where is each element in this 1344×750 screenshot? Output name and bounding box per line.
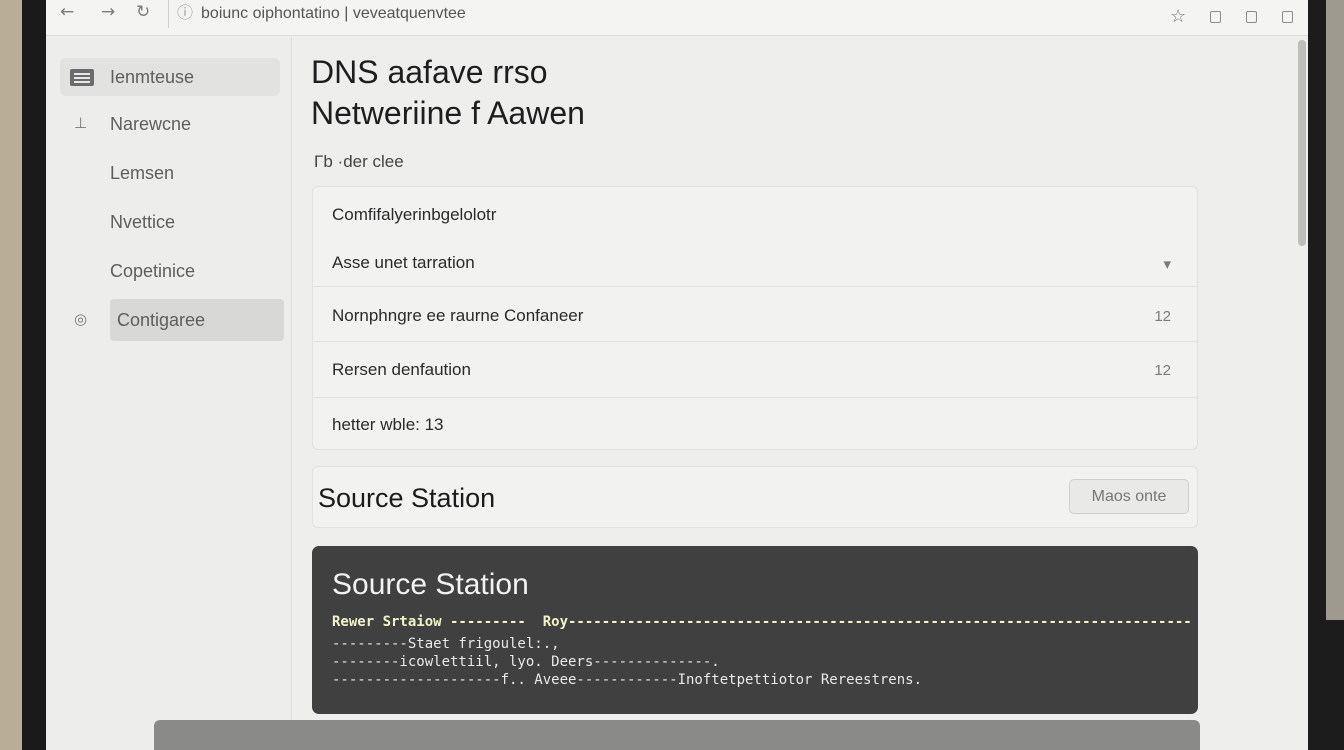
sidebar-item-label: Copetinice (110, 261, 196, 281)
sidebar-item-nvettice[interactable]: Nvettice (60, 203, 280, 241)
settings-row[interactable]: Nornphngre ee raurne Confaneer 12 (313, 286, 1197, 341)
bookmark-star-icon[interactable]: ☆ (1170, 6, 1186, 27)
settings-row-label: Comfifalyerinbgelolotr (332, 205, 497, 224)
sidebar-item-label: Contigaree (117, 310, 206, 330)
page-title-line-1: DNS aafave rrso (311, 54, 548, 90)
settings-row-value: 12 (1154, 308, 1171, 325)
menu-list-icon (70, 69, 94, 86)
download-icon: ⊥ (74, 115, 88, 132)
terminal-line: --------icowlettiil, lyo. Deers---------… (332, 654, 720, 670)
sidebar-item-lemsen[interactable]: Lemsen (60, 154, 280, 192)
settings-row-label: hetter wble: 13 (332, 415, 444, 434)
window-restore-icon[interactable] (1246, 11, 1257, 23)
browser-window: ← → ↻ ⓘ boiunc oiphontatino | veveatquenv… (46, 0, 1308, 750)
terminal-line: Rewer Srtaiow --------- Roy-------------… (332, 614, 1192, 630)
source-station-header: Source Station Maos onte (312, 466, 1198, 528)
settings-row[interactable]: Rersen denfaution 12 (313, 341, 1197, 397)
back-arrow-icon[interactable]: ← (60, 2, 74, 22)
chevron-down-icon[interactable]: ▾ (1163, 255, 1171, 273)
settings-row[interactable]: hetter wble: 13 (313, 397, 1197, 449)
settings-row-value: 12 (1154, 362, 1171, 379)
sidebar-item-label: Narewcne (110, 114, 192, 134)
page-info-icon: ⓘ (177, 5, 194, 22)
settings-row-label: Rersen denfaution (332, 360, 471, 379)
sidebar-item-label: Lemsen (110, 163, 175, 183)
desk-background-right (1326, 0, 1344, 620)
terminal-title: Source Station (332, 568, 529, 601)
sidebar-item-copetinice[interactable]: Copetinice (60, 252, 280, 290)
terminal-output-panel: Source Station Rewer Srtaiow --------- R… (312, 546, 1198, 714)
page-title: DNS aafave rrso Netweriine f Aawen (311, 52, 585, 134)
more-options-button[interactable]: Maos onte (1069, 479, 1189, 514)
section-label: Γb ·der clee (314, 152, 404, 171)
sidebar-item-narewcne[interactable]: ⊥ Narewcne (60, 105, 280, 143)
source-station-title: Source Station (318, 483, 496, 513)
monitor-bezel-left (22, 0, 48, 750)
settings-circle-icon: ◎ (74, 311, 88, 328)
settings-row-label: Nornphngre ee raurne Confaneer (332, 306, 584, 325)
address-text: boiunc oiphontatino | veveatquenvtee (201, 5, 466, 22)
scrollbar-thumb[interactable] (1298, 40, 1306, 246)
browser-toolbar: ← → ↻ ⓘ boiunc oiphontatino | veveatquenv… (46, 0, 1308, 36)
sidebar-item-ienmteuse[interactable]: Ienmteuse (60, 58, 280, 96)
terminal-line: ---------Staet frigoulel:., (332, 636, 560, 652)
bottom-panel (154, 720, 1200, 750)
reload-icon[interactable]: ↻ (136, 2, 150, 22)
address-bar[interactable]: ⓘ boiunc oiphontatino | veveatquenvtee (168, 0, 568, 28)
sidebar-item-label: Nvettice (110, 212, 176, 232)
extensions-icon[interactable] (1210, 11, 1221, 23)
sidebar-item-contigaree[interactable]: ◎ Contigaree (60, 301, 280, 339)
page-title-line-2: Netweriine f Aawen (311, 95, 585, 131)
settings-panel: Comfifalyerinbgelolotr Asse unet tarrati… (312, 186, 1198, 450)
forward-arrow-icon[interactable]: → (101, 2, 115, 22)
terminal-line: --------------------f.. Aveee-----------… (332, 672, 923, 688)
settings-row-dropdown[interactable]: Asse unet tarration ▾ (313, 253, 1197, 287)
sidebar-item-label: Ienmteuse (110, 67, 195, 87)
sidebar: Ienmteuse ⊥ Narewcne Lemsen Nvettice Cop… (46, 37, 292, 750)
settings-row-label: Asse unet tarration (332, 253, 475, 272)
window-close-icon[interactable] (1282, 11, 1293, 23)
settings-row[interactable]: Comfifalyerinbgelolotr (313, 205, 1197, 239)
